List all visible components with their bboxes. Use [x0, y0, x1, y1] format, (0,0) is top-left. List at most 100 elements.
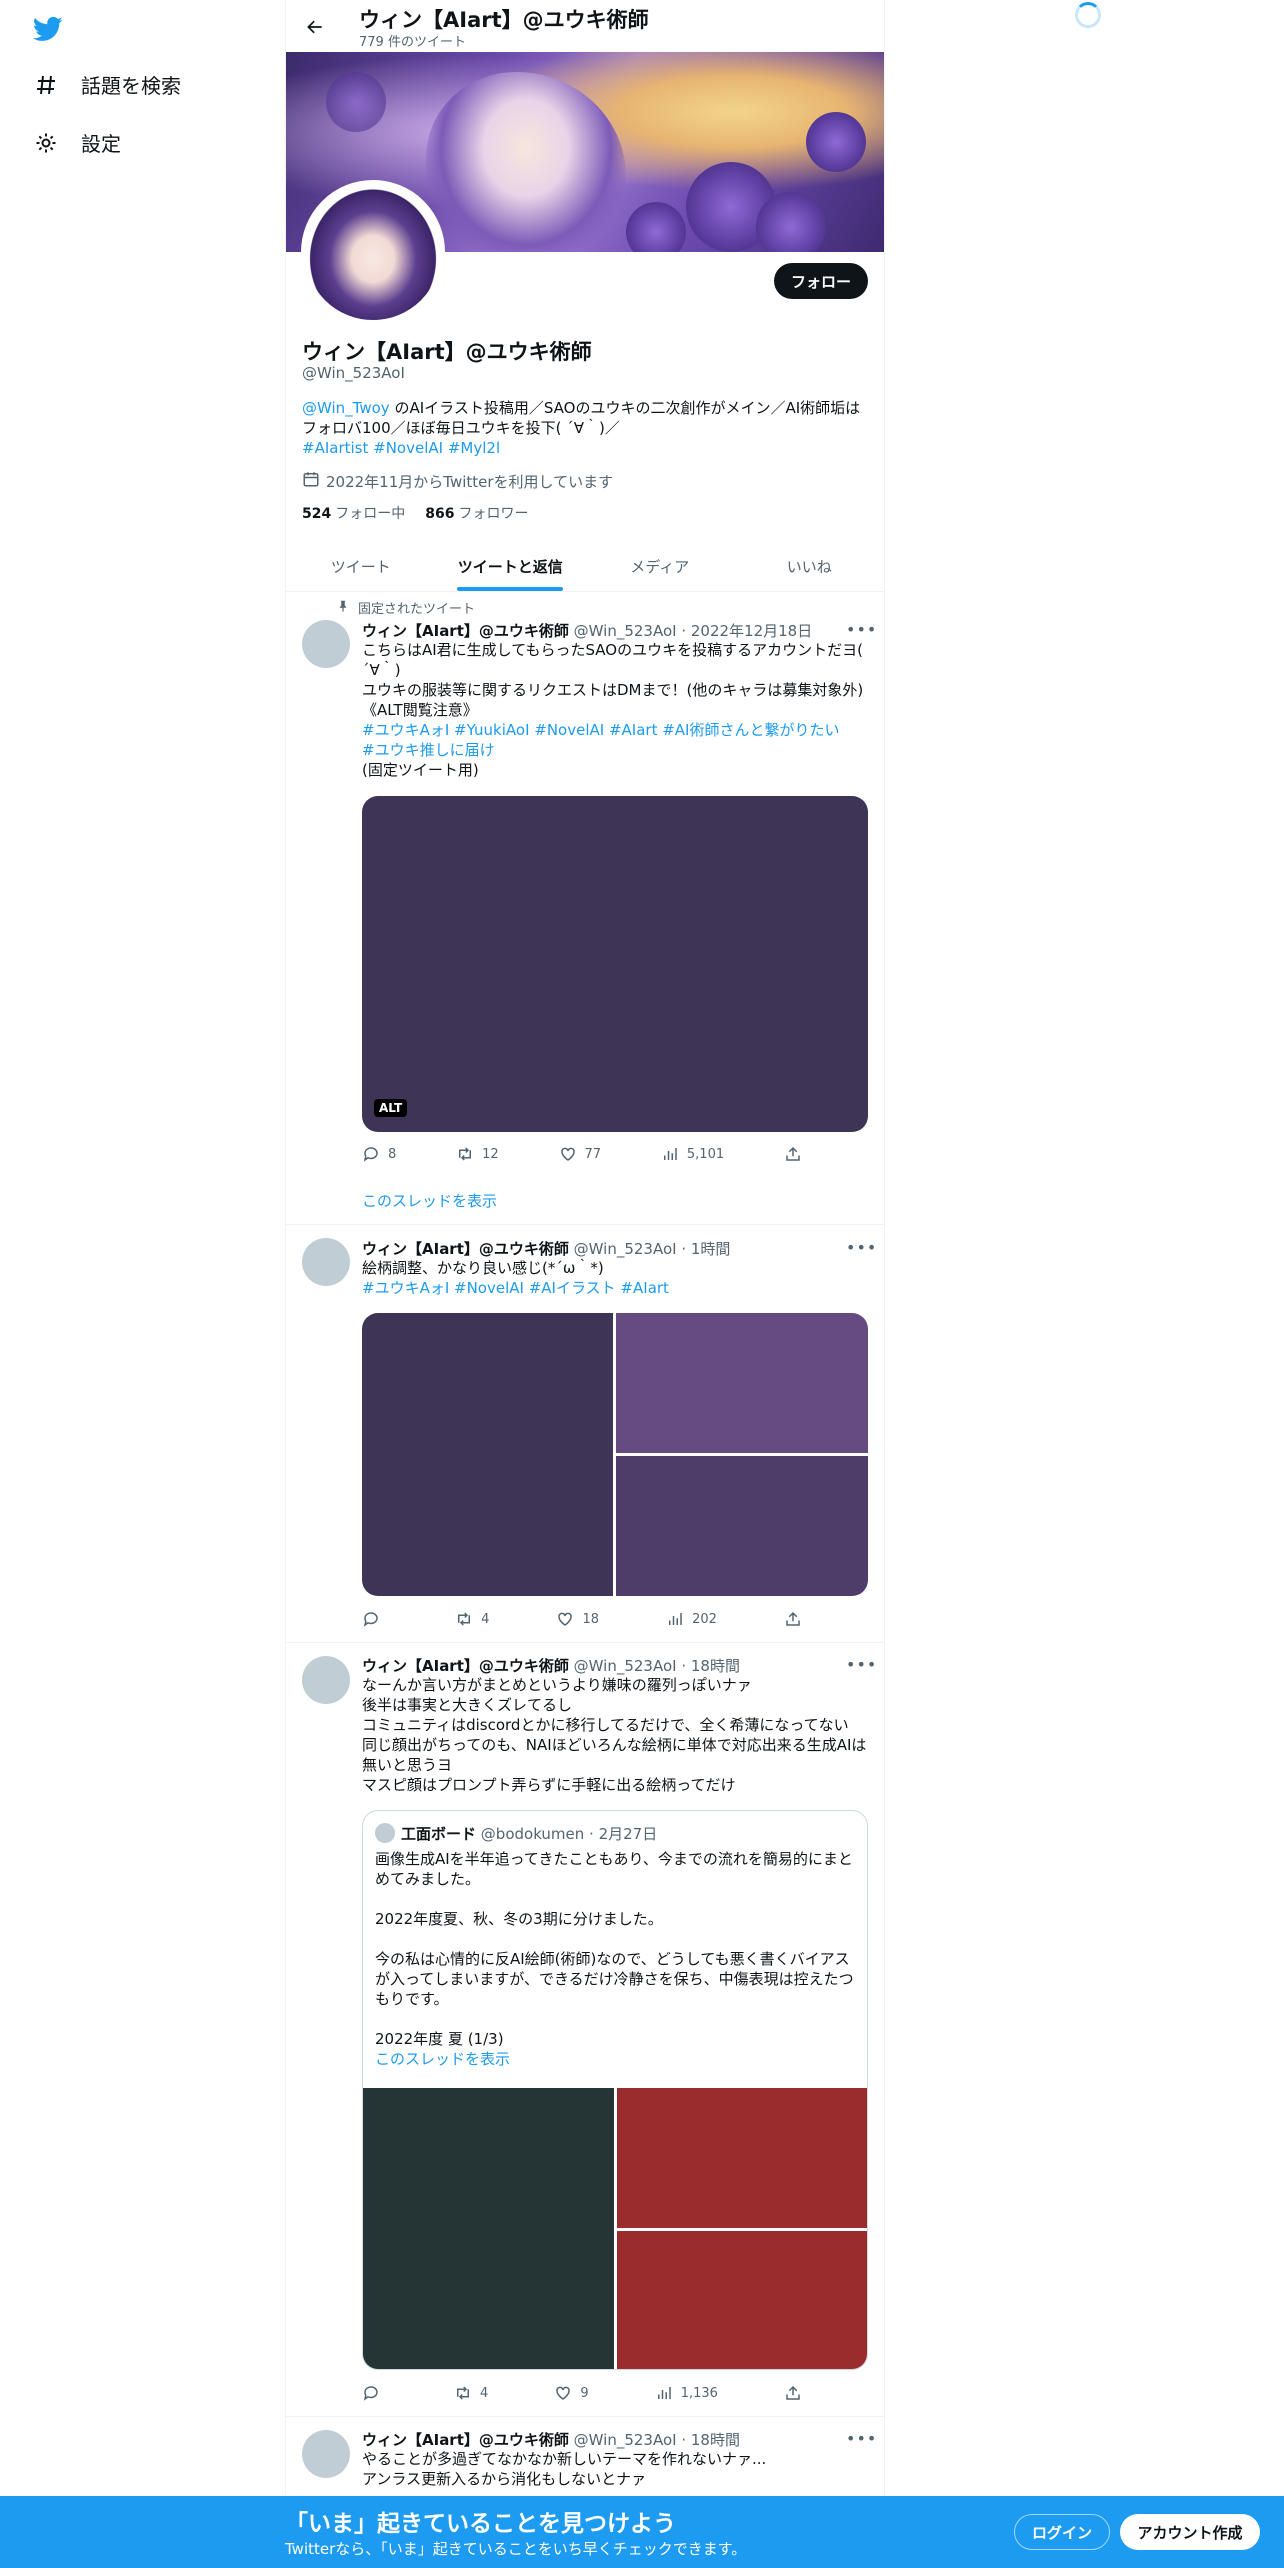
retweet-button[interactable]: 4: [454, 2384, 488, 2402]
tweet-author-name[interactable]: ウィン【AIart】@ユウキ術師: [362, 622, 569, 640]
profile-avatar[interactable]: [301, 180, 445, 324]
tweet-header: ウィン【AIart】@ユウキ術師 @Win_523AoI · 2022年12月1…: [362, 620, 812, 641]
nav-settings[interactable]: 設定: [33, 128, 121, 157]
header-title: ウィン【AIart】@ユウキ術師: [359, 8, 649, 32]
profile-name: ウィン【AIart】@ユウキ術師: [302, 340, 592, 364]
tweet-author-name[interactable]: ウィン【AIart】@ユウキ術師: [362, 1240, 569, 1258]
like-button[interactable]: 77: [559, 1145, 601, 1163]
tweet-actions: 4 9 1,136: [362, 2384, 802, 2402]
profile-bio: @Win_Twoy のAIイラスト投稿用／SAOのユウキの二次創作がメイン／AI…: [302, 398, 872, 458]
profile-handle: @Win_523AoI: [302, 364, 405, 382]
followers-link[interactable]: 866 フォロワー: [425, 503, 528, 523]
share-icon[interactable]: [784, 1610, 802, 1628]
reply-button[interactable]: 8: [362, 1145, 396, 1163]
bio-hashtag-link[interactable]: #Myl2l: [448, 439, 500, 457]
reply-button[interactable]: [362, 1610, 388, 1628]
tweet-actions: 4 18 202: [362, 1610, 802, 1628]
tweet-avatar[interactable]: [302, 2430, 350, 2478]
nav-explore-label: 話題を検索: [81, 74, 181, 98]
tweet-header: ウィン【AIart】@ユウキ術師 @Win_523AoI · 18時間: [362, 2429, 740, 2450]
tab-tweets[interactable]: ツイート: [286, 542, 436, 591]
tweet-meta: @Win_523AoI · 18時間: [573, 2431, 740, 2449]
tweet-media-image[interactable]: [616, 1313, 868, 1453]
reply-button[interactable]: [362, 2384, 388, 2402]
views-button[interactable]: 5,101: [661, 1145, 724, 1163]
gear-icon: [33, 130, 59, 156]
main-column: ウィン【AIart】@ユウキ術師 779 件のツイート フォロー ウィン【AIa…: [285, 0, 885, 2568]
profile-tabs: ツイート ツイートと返信 メディア いいね: [286, 542, 884, 592]
follow-button[interactable]: フォロー: [774, 263, 868, 299]
bio-text-2: フォロバ100／ほぼ毎日ユウキを投下( ´∀｀)／: [302, 419, 620, 437]
quote-show-thread-link[interactable]: このスレッドを表示: [375, 2049, 859, 2069]
tweet-author-name[interactable]: ウィン【AIart】@ユウキ術師: [362, 1657, 569, 1675]
profile-stats: 524 フォロー中 866 フォロワー: [302, 503, 528, 523]
quote-meta: @bodokumen · 2月27日: [480, 1825, 658, 1843]
profile-joined-date: 2022年11月からTwitterを利用しています: [302, 470, 613, 492]
tweet-header: ウィン【AIart】@ユウキ術師 @Win_523AoI · 1時間: [362, 1238, 730, 1259]
tab-tweets-and-replies[interactable]: ツイートと返信: [436, 542, 586, 591]
bio-hashtag-link[interactable]: #NovelAI: [373, 439, 443, 457]
tweet-avatar[interactable]: [302, 1656, 350, 1704]
quote-avatar: [375, 1823, 395, 1843]
more-options-icon[interactable]: •••: [846, 1655, 877, 1674]
tweet-meta: @Win_523AoI · 2022年12月18日: [573, 622, 813, 640]
quote-text: 画像生成AIを半年追ってきたこともあり、今までの流れを簡易的にまと めてみました…: [375, 1849, 859, 2069]
tweet-avatar[interactable]: [302, 1238, 350, 1286]
tweet-hashtags[interactable]: #ユウキAォI #YuukiAoI #NovelAI #AIart #AI術師さ…: [362, 720, 872, 740]
twitter-logo-icon[interactable]: [32, 14, 63, 44]
tweet-header: ウィン【AIart】@ユウキ術師 @Win_523AoI · 18時間: [362, 1655, 740, 1676]
tweet-media-grid: [362, 1313, 868, 1596]
tweet-text: やることが多過ぎてなかなか新しいテーマを作れないナァ... アンラス更新入るから…: [362, 2450, 767, 2488]
quote-media-image[interactable]: [617, 2231, 867, 2369]
tweet-media-image[interactable]: [362, 1313, 613, 1596]
like-button[interactable]: 18: [556, 1610, 599, 1628]
tweet-text: こちらはAI君に生成してもらったSAOのユウキを投稿するアカウントだヨ( ´∀｀…: [362, 640, 872, 780]
tweet-meta: @Win_523AoI · 1時間: [573, 1240, 731, 1258]
joined-text: 2022年11月からTwitterを利用しています: [326, 472, 614, 491]
share-icon[interactable]: [784, 1145, 802, 1163]
like-button[interactable]: 9: [554, 2384, 589, 2402]
bio-mention-link[interactable]: @Win_Twoy: [302, 399, 390, 417]
quote-media-image[interactable]: [363, 2088, 614, 2369]
pin-icon: [336, 599, 350, 617]
more-options-icon[interactable]: •••: [846, 2429, 877, 2448]
tweet-media-image[interactable]: ALT: [362, 796, 868, 1132]
following-link[interactable]: 524 フォロー中: [302, 503, 405, 523]
views-button[interactable]: 1,136: [655, 2384, 718, 2402]
tweet-hashtags[interactable]: #ユウキAォI #NovelAI #AIイラスト #AIart: [362, 1278, 872, 1298]
tweet-divider: [286, 2416, 884, 2417]
tweet-author-name[interactable]: ウィン【AIart】@ユウキ術師: [362, 2431, 569, 2449]
calendar-icon: [302, 470, 320, 492]
retweet-button[interactable]: 4: [455, 1610, 489, 1628]
alt-badge[interactable]: ALT: [374, 1099, 408, 1117]
nav-settings-label: 設定: [81, 132, 121, 156]
more-options-icon[interactable]: •••: [846, 1238, 877, 1257]
nav-explore[interactable]: 話題を検索: [33, 70, 181, 99]
share-icon[interactable]: [784, 2384, 802, 2402]
tab-media[interactable]: メディア: [585, 542, 735, 591]
tweet-text: なーんか言い方がまとめというより嫌味の羅列っぽいナァ 後半は事実と大きくズレてる…: [362, 1676, 867, 1794]
login-button[interactable]: ログイン: [1014, 2514, 1110, 2550]
quote-author-name: 工面ボード: [401, 1825, 477, 1843]
tweet-text: 絵柄調整、かなり良い感じ(*´ω｀*) #ユウキAォI #NovelAI #AI…: [362, 1258, 872, 1298]
quote-media-image[interactable]: [617, 2088, 867, 2228]
header-tweet-count: 779 件のツイート: [359, 35, 466, 50]
tweet-media-image[interactable]: [616, 1456, 868, 1596]
signup-button[interactable]: アカウント作成: [1120, 2514, 1260, 2550]
tweet-divider: [286, 1224, 884, 1225]
quote-media-grid: [363, 2088, 867, 2369]
signup-prompt-bar: 「いま」起きていることを見つけよう Twitterなら、「いま」起きていることを…: [0, 2496, 1284, 2568]
more-options-icon[interactable]: •••: [846, 620, 877, 639]
bio-hashtag-link[interactable]: #AIartist: [302, 439, 368, 457]
views-button[interactable]: 202: [666, 1610, 717, 1628]
prompt-subtitle: Twitterなら、「いま」起きていることをいち早くチェックできます。: [285, 2540, 747, 2558]
retweet-button[interactable]: 12: [456, 1145, 499, 1163]
tweet-hashtags[interactable]: #ユウキ推しに届け: [362, 740, 872, 760]
back-arrow-icon[interactable]: [300, 12, 330, 42]
quoted-tweet[interactable]: 工面ボード @bodokumen · 2月27日 画像生成AIを半年追ってきたこ…: [362, 1810, 868, 2370]
tweet-avatar[interactable]: [302, 620, 350, 668]
tweet-divider: [286, 1642, 884, 1643]
tab-likes[interactable]: いいね: [735, 542, 885, 591]
show-thread-link[interactable]: このスレッドを表示: [362, 1190, 497, 1211]
hashtag-icon: [33, 72, 59, 98]
